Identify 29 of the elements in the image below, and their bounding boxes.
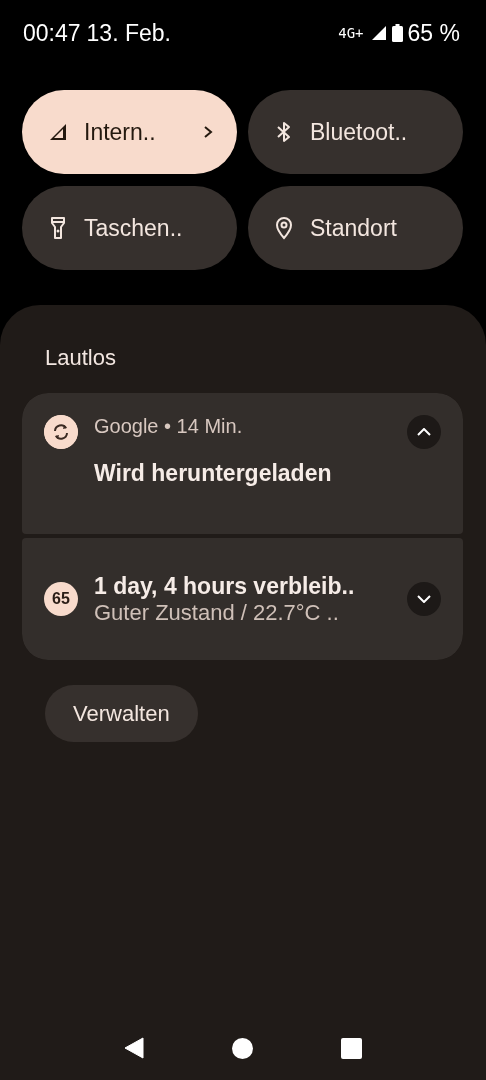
quick-settings-tile[interactable]: Taschen.. [22, 186, 237, 270]
notification-header: Google • 14 Min. [94, 415, 244, 438]
recent-apps-icon[interactable] [340, 1037, 362, 1059]
clock-time: 00:47 [23, 19, 81, 47]
bluetooth-icon [276, 120, 292, 144]
signal-icon [370, 25, 387, 41]
chevron-up-icon [417, 428, 431, 436]
quick-settings-tile[interactable]: Intern.. [22, 90, 237, 174]
notification-text: Guter Zustand / 22.7°C .. [94, 599, 340, 626]
battery-icon [391, 24, 403, 42]
section-title: Lautlos [45, 345, 117, 371]
signal-icon [49, 123, 67, 141]
flashlight-icon [50, 216, 66, 240]
battery-level-badge: 65 [44, 582, 78, 616]
network-type: 4G+ [338, 25, 364, 41]
sync-icon [44, 415, 78, 449]
date-text: 13. Feb. [86, 19, 171, 47]
back-icon[interactable] [123, 1037, 144, 1059]
manage-button[interactable]: Verwalten [45, 685, 198, 742]
quick-settings-tile[interactable]: Standort [248, 186, 463, 270]
battery-percent: 65 % [407, 19, 460, 47]
location-pin-icon [275, 216, 293, 240]
quick-settings-tile[interactable]: Bluetoot.. [248, 90, 463, 174]
chevron-down-icon [417, 595, 431, 603]
collapse-button[interactable] [407, 415, 441, 449]
notification-title: 1 day, 4 hours verbleib.. [94, 572, 356, 600]
notification-title: Wird heruntergeladen [94, 460, 333, 487]
home-icon[interactable] [231, 1037, 253, 1059]
expand-button[interactable] [407, 582, 441, 616]
